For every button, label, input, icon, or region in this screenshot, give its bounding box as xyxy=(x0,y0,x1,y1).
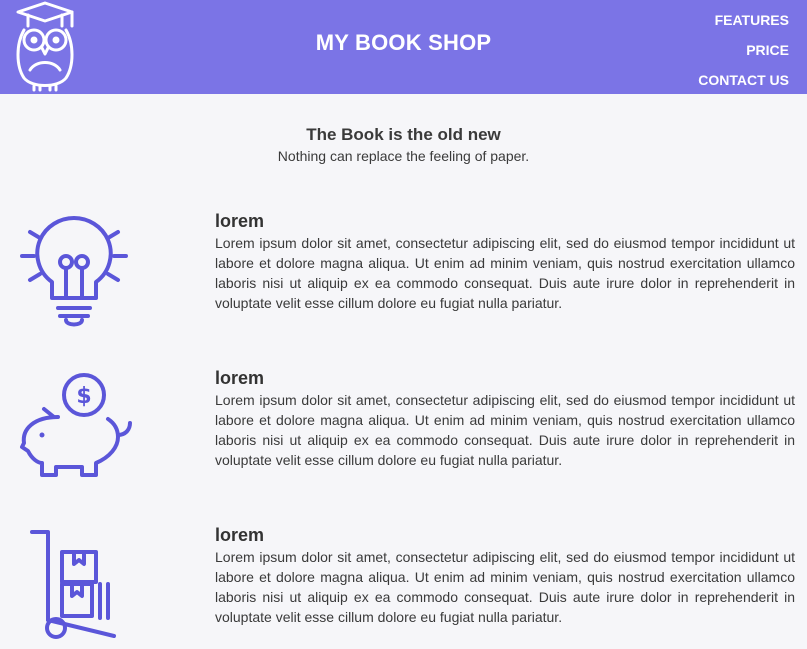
feature-description: Lorem ipsum dolor sit amet, consectetur … xyxy=(215,549,795,625)
hero-section: The Book is the old new Nothing can repl… xyxy=(0,124,807,166)
hand-truck-boxes-icon xyxy=(14,524,134,644)
feature-title: lorem xyxy=(215,368,265,388)
feature-text: lorem Lorem ipsum dolor sit amet, consec… xyxy=(215,210,795,313)
svg-text:$: $ xyxy=(76,384,91,409)
hero-subtitle: Nothing can replace the feeling of paper… xyxy=(277,148,530,164)
feature-title: lorem xyxy=(215,211,265,231)
feature-text: lorem Lorem ipsum dolor sit amet, consec… xyxy=(215,524,795,627)
nav-features[interactable]: FEATURES xyxy=(715,5,789,35)
feature-description: Lorem ipsum dolor sit amet, consectetur … xyxy=(215,235,795,311)
hero-title: The Book is the old new xyxy=(306,125,501,144)
nav-contact-us[interactable]: CONTACT US xyxy=(698,65,789,95)
site-title: MY BOOK SHOP xyxy=(315,30,492,55)
main-nav: FEATURES PRICE CONTACT US xyxy=(698,5,789,95)
feature-description: Lorem ipsum dolor sit amet, consectetur … xyxy=(215,392,795,468)
piggy-bank-icon: $ xyxy=(14,367,134,487)
feature-title: lorem xyxy=(215,525,265,545)
nav-price[interactable]: PRICE xyxy=(746,35,789,65)
lightbulb-icon xyxy=(14,210,134,330)
feature-text: lorem Lorem ipsum dolor sit amet, consec… xyxy=(215,367,795,470)
site-header: MY BOOK SHOP FEATURES PRICE CONTACT US xyxy=(0,0,807,94)
